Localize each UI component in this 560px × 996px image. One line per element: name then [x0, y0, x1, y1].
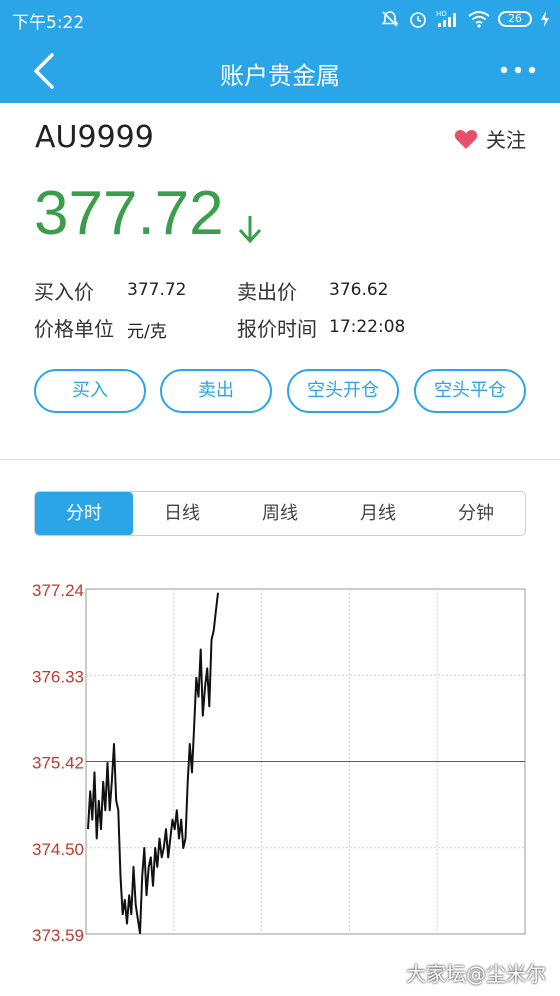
svg-text:HD: HD: [436, 10, 447, 18]
unit-value: 元/克: [127, 322, 167, 342]
section-divider: [0, 459, 560, 460]
follow-button[interactable]: 关注: [454, 124, 526, 153]
quote-time-value: 17:22:08: [329, 317, 406, 337]
page-title: 账户贵金属: [220, 62, 340, 90]
quote-time-label: 报价时间: [237, 317, 317, 341]
sell-price-value: 376.62: [329, 280, 389, 300]
status-bar: 下午5:22 HD 26: [0, 0, 560, 38]
arrow-down-icon: [238, 216, 262, 244]
tab-monthly[interactable]: 月线: [329, 492, 427, 535]
tab-weekly[interactable]: 周线: [231, 492, 329, 535]
battery-icon: 26: [498, 11, 532, 27]
follow-label: 关注: [486, 128, 526, 152]
instrument-symbol: AU9999: [35, 120, 154, 155]
unit-label: 价格单位: [34, 317, 114, 341]
nav-bar: 账户贵金属: [0, 38, 560, 103]
price-line: [87, 592, 219, 935]
wifi-icon: [468, 11, 490, 28]
watermark: 大家坛@尘米尔: [406, 962, 546, 986]
period-tabs: 分时 日线 周线 月线 分钟: [34, 491, 526, 536]
sell-button[interactable]: 卖出: [160, 369, 272, 413]
sell-price-label: 卖出价: [237, 280, 297, 304]
buy-button[interactable]: 买入: [34, 369, 146, 413]
alarm-icon: [410, 12, 426, 28]
heart-icon: [454, 129, 478, 149]
intraday-chart: 377.24 376.33 375.42 374.50 373.59: [0, 580, 560, 980]
charging-icon: [541, 11, 549, 27]
tab-daily[interactable]: 日线: [133, 492, 231, 535]
y-tick-label: 373.59: [32, 926, 84, 945]
tab-intraday[interactable]: 分时: [35, 492, 133, 535]
hd-signal-icon: HD: [436, 10, 456, 27]
short-open-button[interactable]: 空头开仓: [287, 369, 399, 413]
y-tick-label: 374.50: [32, 840, 84, 859]
y-tick-label: 376.33: [32, 667, 84, 686]
buy-price-value: 377.72: [127, 280, 187, 300]
y-tick-label: 377.24: [32, 581, 84, 600]
current-price: 377.72: [34, 179, 224, 248]
more-button[interactable]: [498, 58, 538, 82]
status-icons: HD 26: [380, 6, 550, 32]
buy-price-label: 买入价: [34, 280, 94, 304]
status-time: 下午5:22: [12, 13, 85, 33]
y-tick-label: 375.42: [32, 754, 84, 773]
intraday-chart-svg: 377.24 376.33 375.42 374.50 373.59: [32, 581, 526, 945]
short-close-button[interactable]: 空头平仓: [414, 369, 526, 413]
mute-icon: [381, 11, 399, 27]
tab-minute[interactable]: 分钟: [427, 492, 525, 535]
